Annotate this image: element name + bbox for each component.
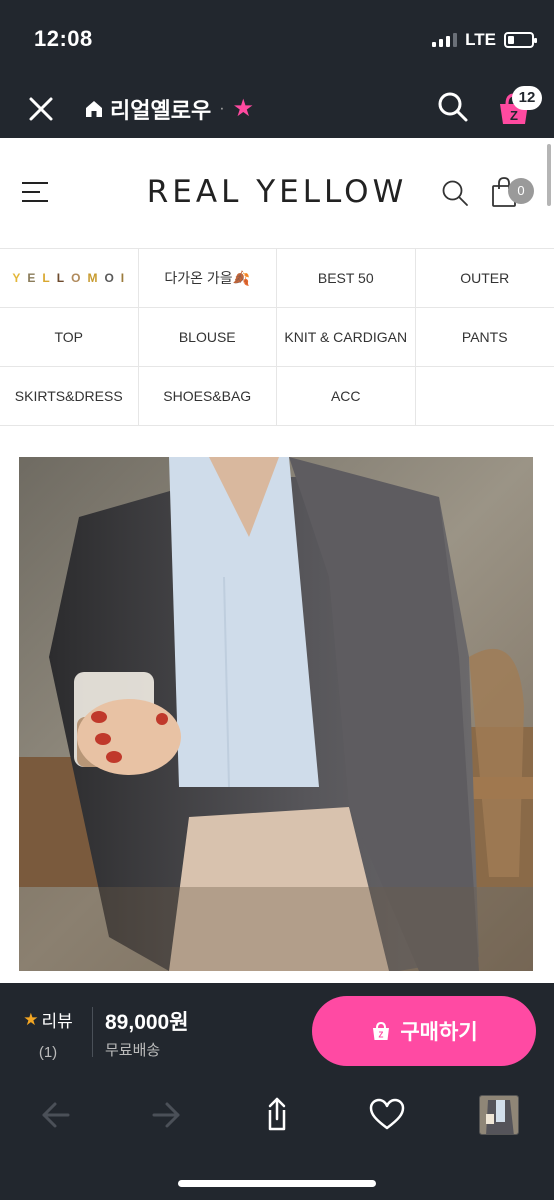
buy-button-label: 구매하기 xyxy=(400,1021,478,1044)
forward-button[interactable] xyxy=(146,1095,186,1135)
category-knit-cardigan[interactable]: KNIT & CARDIGAN xyxy=(277,308,416,366)
app-cart-count-badge: 12 xyxy=(512,86,542,110)
close-button[interactable] xyxy=(24,92,58,126)
status-indicators: LTE xyxy=(432,30,537,50)
site-header: REAL YELLOW 0 xyxy=(0,138,554,248)
category-row: TOP BLOUSE KNIT & CARDIGAN PANTS xyxy=(0,308,554,367)
svg-text:Z: Z xyxy=(510,108,518,123)
home-icon xyxy=(86,101,102,117)
site-cart-count-badge: 0 xyxy=(508,178,534,204)
category-row: SKIRTS&DRESS SHOES&BAG ACC xyxy=(0,367,554,426)
recent-product-thumbnail[interactable] xyxy=(479,1095,519,1135)
wishlist-button[interactable] xyxy=(367,1095,407,1135)
home-indicator[interactable] xyxy=(178,1180,376,1187)
category-yellomoi[interactable]: YELLOMOI xyxy=(0,249,139,307)
shipping-info: 무료배송 xyxy=(105,1042,161,1059)
back-button[interactable] xyxy=(36,1095,76,1135)
site-logo[interactable]: REAL YELLOW xyxy=(0,174,554,210)
favorite-star-icon[interactable]: ★ xyxy=(233,97,255,121)
shop-name: 리얼옐로우 xyxy=(110,98,212,123)
svg-text:Z: Z xyxy=(379,1031,384,1040)
battery-icon xyxy=(504,32,537,48)
back-arrow-icon xyxy=(42,1102,70,1128)
search-icon xyxy=(442,180,468,206)
category-best50[interactable]: BEST 50 xyxy=(277,249,416,307)
shop-title[interactable]: 리얼옐로우 · ★ xyxy=(84,92,254,126)
forward-arrow-icon xyxy=(152,1102,180,1128)
webview: REAL YELLOW 0 YELLOMOI 다가온 가을🍂 BEST 50 O… xyxy=(0,138,554,983)
review-summary[interactable]: ★ 리뷰 (1) xyxy=(18,1007,78,1062)
app-search-button[interactable] xyxy=(436,90,470,124)
yellomoi-logo: YELLOMOI xyxy=(12,271,126,285)
category-blouse[interactable]: BLOUSE xyxy=(139,308,277,366)
heart-icon xyxy=(369,1098,405,1130)
category-outer[interactable]: OUTER xyxy=(416,249,554,307)
network-type: LTE xyxy=(465,30,496,49)
review-star-icon: ★ xyxy=(23,1009,39,1029)
share-icon xyxy=(268,1097,286,1131)
close-icon xyxy=(29,97,53,121)
buy-button[interactable]: Z 구매하기 xyxy=(312,996,536,1066)
search-icon xyxy=(438,92,468,122)
category-top[interactable]: TOP xyxy=(0,308,139,366)
category-shoes-bag[interactable]: SHOES&BAG xyxy=(139,367,277,425)
divider xyxy=(92,1007,93,1057)
app-header: 리얼옐로우 · ★ Z xyxy=(0,80,554,138)
share-button[interactable] xyxy=(257,1095,297,1135)
product-price: 89,000원 xyxy=(105,1011,189,1034)
shopping-bag-icon: Z xyxy=(373,1021,390,1040)
category-empty xyxy=(416,367,554,425)
category-fall[interactable]: 다가온 가을🍂 xyxy=(139,249,277,307)
title-separator: · xyxy=(219,100,225,117)
site-search-button[interactable] xyxy=(440,178,470,208)
review-count: (1) xyxy=(38,1044,58,1061)
category-pants[interactable]: PANTS xyxy=(416,308,554,366)
status-time: 12:08 xyxy=(34,26,93,51)
status-bar: 12:08 LTE xyxy=(0,0,554,80)
category-acc[interactable]: ACC xyxy=(277,367,416,425)
purchase-bar: ★ 리뷰 (1) 89,000원 무료배송 Z 구매하기 xyxy=(0,983,554,1079)
product-image xyxy=(19,457,533,971)
product-photo[interactable] xyxy=(19,457,533,971)
signal-icon xyxy=(432,33,458,47)
category-skirts-dress[interactable]: SKIRTS&DRESS xyxy=(0,367,139,425)
category-grid: YELLOMOI 다가온 가을🍂 BEST 50 OUTER TOP BLOUS… xyxy=(0,248,554,426)
review-label: 리뷰 xyxy=(41,1012,73,1031)
category-row: YELLOMOI 다가온 가을🍂 BEST 50 OUTER xyxy=(0,249,554,308)
